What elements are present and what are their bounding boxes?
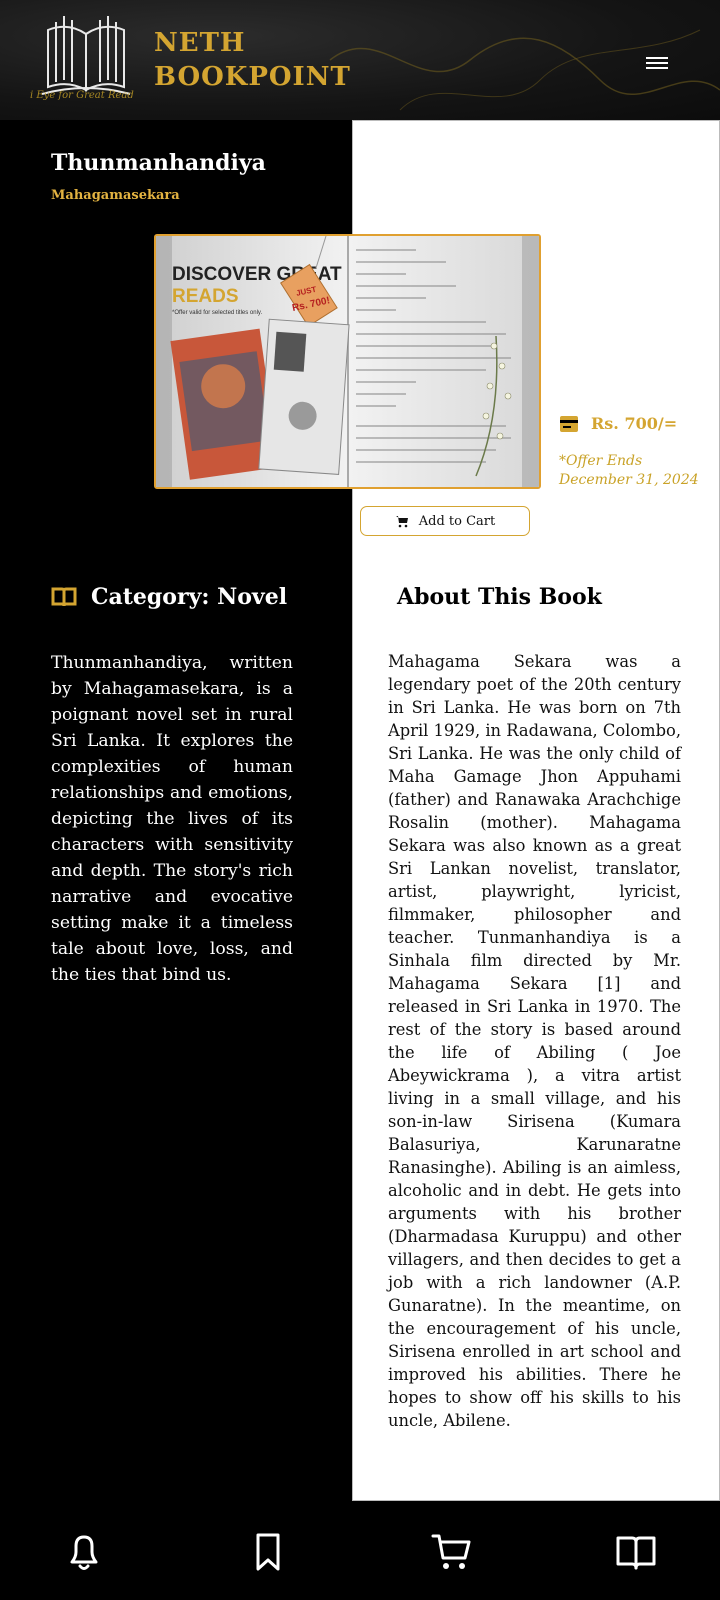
bottom-navigation <box>0 1501 720 1600</box>
category-label: Category: Novel <box>91 584 288 610</box>
bookmark-icon[interactable] <box>246 1530 290 1574</box>
category-heading: Category: Novel <box>51 584 287 610</box>
app-header: i Eye for Great Read NETH BOOKPOINT <box>0 0 720 120</box>
book-description: Thunmanhandiya, written by Mahagamasekar… <box>51 653 293 985</box>
credit-card-icon <box>560 415 578 432</box>
logo-tagline: i Eye for Great Read <box>30 90 134 101</box>
offer-ends-text: *Offer Ends December 31, 2024 <box>559 453 699 488</box>
image-banner-line2: READS <box>172 286 239 307</box>
add-to-cart-button[interactable]: Add to Cart <box>360 506 530 536</box>
open-book-category-icon <box>51 587 77 607</box>
image-banner-note: *Offer valid for selected titles only. <box>172 310 262 316</box>
book-price: Rs. 700/= <box>591 414 678 433</box>
price-row: Rs. 700/= <box>559 414 677 433</box>
about-book-text: Mahagama Sekara was a legendary poet of … <box>388 652 681 1430</box>
brand-line-1: NETH <box>154 28 246 58</box>
open-book-icon[interactable] <box>614 1530 658 1574</box>
add-cart-icon <box>395 516 408 528</box>
book-cover-image: DISCOVER GREAT READS *Offer valid for se… <box>154 234 541 489</box>
cart-icon[interactable] <box>430 1530 474 1574</box>
book-title: Thunmanhandiya <box>51 150 266 176</box>
bell-icon[interactable] <box>62 1530 106 1574</box>
book-author[interactable]: Mahagamasekara <box>51 188 180 203</box>
brand-line-2: BOOKPOINT <box>154 62 351 92</box>
hamburger-menu-icon[interactable] <box>646 54 668 72</box>
about-heading: About This Book <box>397 584 602 610</box>
add-to-cart-label: Add to Cart <box>418 513 496 529</box>
brand-name[interactable]: NETH BOOKPOINT <box>154 26 351 94</box>
